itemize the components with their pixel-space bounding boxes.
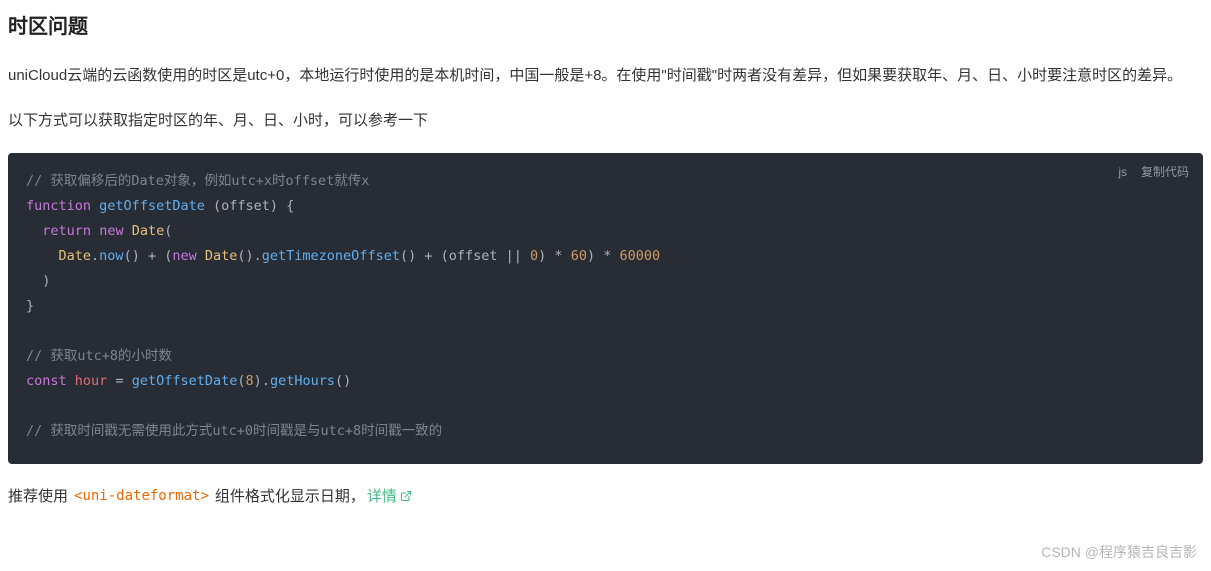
code-lang-label: js xyxy=(1118,161,1127,183)
code-token: Date xyxy=(132,223,165,239)
code-token: () + ( xyxy=(124,248,173,264)
code-token: ( xyxy=(164,223,172,239)
code-content: // 获取偏移后的Date对象，例如utc+x时offset就传x functi… xyxy=(26,169,1185,444)
code-token: Date xyxy=(205,248,238,264)
copy-code-button[interactable]: 复制代码 xyxy=(1141,161,1189,183)
code-token: 60000 xyxy=(619,248,660,264)
code-token: new xyxy=(99,223,123,239)
code-token: ) * xyxy=(538,248,571,264)
code-token: ( xyxy=(213,198,221,214)
paragraph-1: uniCloud云端的云函数使用的时区是utc+0，本地运行时使用的是本机时间，… xyxy=(8,62,1203,91)
code-token: offset xyxy=(449,248,498,264)
code-comment: // 获取时间戳无需使用此方式utc+0时间戳是与utc+8时间戳一致的 xyxy=(26,423,442,439)
code-token: getOffsetDate xyxy=(99,198,205,214)
code-token: = xyxy=(115,373,123,389)
code-token: 60 xyxy=(571,248,587,264)
code-token: now xyxy=(99,248,123,264)
code-token: } xyxy=(26,298,34,314)
details-link[interactable]: 详情 xyxy=(367,484,412,510)
code-token: offset xyxy=(221,198,270,214)
code-token: (). xyxy=(237,248,261,264)
inline-code: <uni-dateformat> xyxy=(70,485,213,509)
section-heading: 时区问题 xyxy=(8,10,1203,44)
code-comment: // 获取偏移后的Date对象，例如utc+x时offset就传x xyxy=(26,173,369,189)
code-token: getHours xyxy=(270,373,335,389)
code-token: ). xyxy=(254,373,270,389)
code-token: ( xyxy=(237,373,245,389)
paragraph-2: 以下方式可以获取指定时区的年、月、日、小时，可以参考一下 xyxy=(8,107,1203,136)
code-token: return xyxy=(42,223,91,239)
code-token: () xyxy=(335,373,351,389)
footer-prefix: 推荐使用 xyxy=(8,484,68,510)
footer-middle: 组件格式化显示日期， xyxy=(215,484,365,510)
code-token: 0 xyxy=(530,248,538,264)
code-token: . xyxy=(91,248,99,264)
code-token: getTimezoneOffset xyxy=(262,248,400,264)
footer-paragraph: 推荐使用 <uni-dateformat> 组件格式化显示日期， 详情 xyxy=(8,484,1203,510)
code-token: function xyxy=(26,198,91,214)
code-token: new xyxy=(172,248,196,264)
code-token: () + ( xyxy=(400,248,449,264)
external-link-icon xyxy=(400,490,412,502)
watermark: CSDN @程序猿吉良吉影 xyxy=(1041,541,1197,565)
code-token: const xyxy=(26,373,67,389)
code-token: || xyxy=(498,248,531,264)
code-comment: // 获取utc+8的小时数 xyxy=(26,348,172,364)
code-token: ) * xyxy=(587,248,620,264)
code-token: hour xyxy=(75,373,108,389)
code-token: ) xyxy=(42,273,50,289)
code-token: 8 xyxy=(246,373,254,389)
details-link-text: 详情 xyxy=(367,484,397,510)
code-token: getOffsetDate xyxy=(132,373,238,389)
code-token: Date xyxy=(59,248,92,264)
code-header: js 复制代码 xyxy=(1118,161,1189,183)
code-token: ) { xyxy=(270,198,294,214)
code-block: js 复制代码 // 获取偏移后的Date对象，例如utc+x时offset就传… xyxy=(8,153,1203,464)
